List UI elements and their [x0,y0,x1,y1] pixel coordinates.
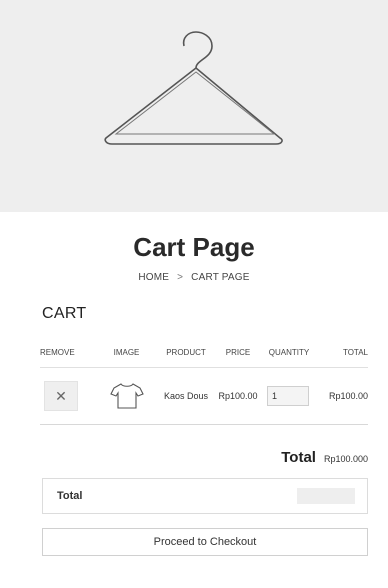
product-price: Rp100.00 [218,391,258,401]
page-title: Cart Page [133,232,255,262]
cart-table-header: REMOVE IMAGE PRODUCT PRICE QUANTITY TOTA… [40,341,368,368]
table-row: ✕ Kaos Dous Rp100.00 1 Rp100.00 [40,368,368,425]
proceed-to-checkout-button[interactable]: Proceed to Checkout [42,528,368,556]
quantity-input[interactable]: 1 [267,386,309,406]
image-cell [98,382,155,410]
cart-table: REMOVE IMAGE PRODUCT PRICE QUANTITY TOTA… [40,341,368,425]
remove-item-button[interactable]: ✕ [44,381,78,411]
breadcrumb-home-link[interactable]: HOME [138,272,169,283]
hero-banner [0,0,388,212]
column-header-remove: REMOVE [40,347,75,357]
cart-summary: Total Rp100.000 [40,449,368,466]
summary-total-label: Total [281,449,316,466]
breadcrumb-separator: > [177,272,184,283]
cart-heading: CART [42,305,87,322]
breadcrumb: HOME > CART PAGE [0,272,388,283]
tshirt-icon [109,383,144,409]
totals-box: Total [42,478,368,514]
close-icon: ✕ [55,387,67,404]
remove-cell: ✕ [40,381,98,411]
column-header-image: IMAGE [113,347,140,357]
column-header-price: PRICE [225,347,251,357]
row-total: Rp100.00 [328,391,368,401]
totals-box-label: Total [57,490,83,502]
column-header-quantity: QUANTITY [268,347,310,357]
column-header-total: TOTAL [342,347,368,357]
totals-box-value-placeholder [297,488,355,504]
quantity-cell: 1 [259,386,319,406]
product-name[interactable]: Kaos Dous [155,391,217,401]
column-header-product: PRODUCT [166,347,206,357]
summary-total-value: Rp100.000 [323,454,368,464]
breadcrumb-current: CART PAGE [191,272,250,283]
hanger-icon [104,31,283,145]
